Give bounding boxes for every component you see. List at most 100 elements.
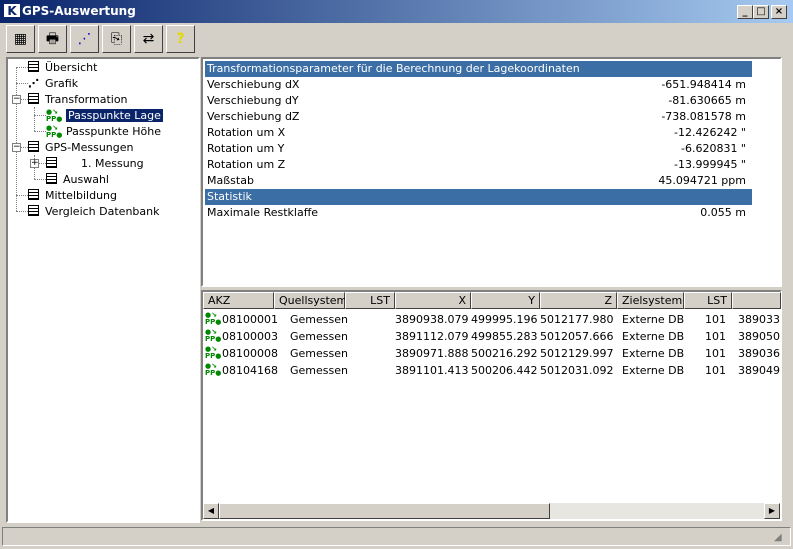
section-header: Statistik [205,189,752,205]
table-cell: 3890498 [738,364,780,377]
document-icon [28,141,39,152]
table-cell: 499855.283 [471,330,538,343]
table-cell: Externe DB [622,364,685,377]
parameter-label: Verschiebung dY [207,94,299,107]
parameter-value: -13.999945 " [673,158,746,171]
passpunkt-icon: ●↘ PP● [46,108,63,123]
tree-item-label: 1. Messung [81,157,144,170]
parameter-row: Verschiebung dY -81.630665 m [205,93,752,109]
maximize-button[interactable]: □ [753,5,769,19]
tree-item[interactable]: Transformation [28,92,128,108]
navigation-tree: Übersicht ⋰ Grafik − Transformation ●↘ PP● Pass… [6,57,200,523]
parameter-value: -651.948414 m [661,78,746,91]
import-button[interactable]: ⎘ [102,25,131,53]
printer-icon: 🖶 [45,31,60,47]
column-header[interactable]: Z [540,292,617,309]
calculator-icon: ▦ [13,31,28,47]
help-button[interactable]: ? [166,25,195,53]
horizontal-scrollbar[interactable]: ◀ ▶ [203,503,780,519]
table-cell [345,345,391,362]
passpunkt-icon: ●↘ PP● [205,311,222,326]
table-cell: 08100003 [222,330,278,343]
tree-item-label: Auswahl [63,173,109,186]
table-cell: 08100001 [222,313,278,326]
parameter-label: Statistik [207,190,252,203]
table-cell: 101 [705,364,726,377]
graph-button[interactable]: ⋰ [70,25,99,53]
parameter-row: Maximale Restklaffe 0.055 m [205,205,752,221]
parameter-label: Rotation um Z [207,158,286,171]
tree-item[interactable]: Auswahl [46,172,109,188]
column-header[interactable]: Quellsystem [274,292,347,309]
collapse-icon[interactable]: − [12,143,21,152]
pp-label: PP [205,369,216,377]
resize-grip-icon[interactable]: ◢ [774,532,782,543]
parameter-label: Verschiebung dX [207,78,300,91]
compare-icon: ⇄ [142,31,155,47]
tree-item[interactable]: ●↘ PP● Passpunkte Lage [46,108,164,124]
tree-item-label: Übersicht [45,61,98,74]
column-header[interactable]: Y [471,292,540,309]
parameter-value: -12.426242 " [673,126,746,139]
tree-item-label: Passpunkte Höhe [66,125,161,138]
table-cell [345,311,391,328]
table-cell: 101 [705,347,726,360]
status-bar [2,527,791,546]
tree-item[interactable]: Mittelbildung [28,188,117,204]
scroll-right-button[interactable]: ▶ [764,503,780,519]
table-cell: 5012129.997 [540,347,614,360]
table-cell: 3890508 [738,330,780,343]
table-cell: 3890971.888 [395,347,469,360]
parameter-row: Maßstab 45.094721 ppm [205,173,752,189]
collapse-icon[interactable]: − [12,95,21,104]
tree-item[interactable]: Übersicht [28,60,97,76]
tree-item-label: Transformation [45,93,128,106]
table-cell: 08100008 [222,347,278,360]
tree-item[interactable]: ⋰ Grafik [28,76,78,92]
pp-label: PP [46,131,57,139]
document-icon [28,61,39,72]
parameter-row: Verschiebung dZ -738.081578 m [205,109,752,125]
parameter-label: Maßstab [207,174,254,187]
table-cell: 3890368 [738,347,780,360]
printer-button[interactable]: 🖶 [38,25,67,53]
minimize-button[interactable]: _ [737,5,753,19]
tree-item-label: GPS-Messungen [45,141,134,154]
expand-icon[interactable]: + [30,159,39,168]
title-bar: K GPS-Auswertung _ □ × [0,0,793,23]
table-cell: 5012177.980 [540,313,614,326]
column-header[interactable]: X [395,292,471,309]
parameter-value: 45.094721 ppm [658,174,746,187]
calculator-button[interactable]: ▦ [6,25,35,53]
column-header[interactable]: Zielsystem [617,292,684,309]
table-cell: 3890334 [738,313,780,326]
tree-item[interactable]: ●↘ PP● Passpunkte Höhe [46,124,161,140]
compare-button[interactable]: ⇄ [134,25,163,53]
table-cell: 5012057.666 [540,330,614,343]
document-icon [46,173,57,184]
pp-label: PP [205,352,216,360]
column-header[interactable]: AKZ [203,292,274,309]
scrollbar-thumb[interactable] [219,503,550,519]
parameter-row: Rotation um X -12.426242 " [205,125,752,141]
passpunkt-icon: ●↘ PP● [46,124,63,139]
parameter-label: Rotation um Y [207,142,285,155]
scroll-left-button[interactable]: ◀ [203,503,219,519]
table-cell [345,328,391,345]
close-button[interactable]: × [771,5,787,19]
parameter-row: Rotation um Z -13.999945 " [205,157,752,173]
parameter-label: Transformationsparameter für die Berechn… [207,62,580,75]
column-header[interactable]: LST [345,292,395,309]
parameter-label: Verschiebung dZ [207,110,300,123]
tree-item[interactable]: 1. Messung [46,156,144,172]
table-cell: Externe DB [622,330,685,343]
tree-item[interactable]: Vergleich Datenbank [28,204,159,220]
table-cell: 3891101.413 [395,364,469,377]
document-icon [46,157,57,168]
tree-item[interactable]: GPS-Messungen [28,140,134,156]
table-cell: 101 [705,330,726,343]
table-cell: 5012031.092 [540,364,614,377]
section-header: Transformationsparameter für die Berechn… [205,61,752,77]
column-header[interactable]: LST [684,292,732,309]
column-header[interactable] [732,292,781,309]
